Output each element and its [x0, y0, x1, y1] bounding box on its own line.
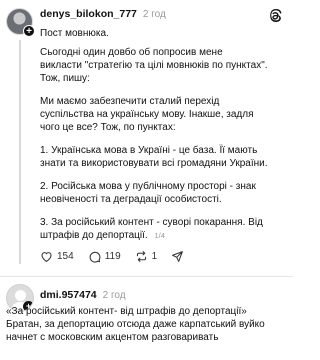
reply-time: 2 год: [102, 290, 126, 301]
post-line-5: Ми маємо забезпечити сталий перехід: [40, 96, 220, 107]
like-button[interactable]: 154: [40, 250, 74, 263]
post-line-1: Пост мовнюка.: [40, 28, 109, 39]
threads-logo-icon[interactable]: [267, 8, 283, 24]
post-line-4: Тож, пишу:: [40, 73, 90, 84]
post-line-7: чого це все? Тож, по пунктах:: [40, 122, 176, 133]
post-line-11: неовіченості та деградації особистості.: [40, 194, 222, 205]
author-avatar[interactable]: +: [6, 8, 35, 37]
post-line-13: штрафів до депортації. 1/4: [40, 229, 165, 242]
post-line-3: викласти "стратегію та цілі мовнюків по …: [40, 60, 268, 71]
post-time: 2 год: [142, 9, 166, 20]
reply-username[interactable]: dmi.957474: [40, 289, 97, 301]
comment-count: 119: [104, 251, 121, 262]
post-line-2: Сьогодні один довбо об попросив мене: [40, 47, 223, 58]
thread-connector-line: [19, 40, 21, 264]
heart-icon: [41, 252, 52, 262]
repost-button[interactable]: 1: [135, 250, 158, 263]
follow-plus-icon[interactable]: +: [23, 25, 35, 37]
post-line-10: 2. Російська мова у публічному просторі …: [40, 181, 256, 192]
share-send-icon: [172, 251, 184, 262]
like-count: 154: [57, 251, 74, 262]
author-username[interactable]: denys_bilokon_777: [40, 8, 137, 20]
page-indicator: 1/4: [154, 231, 165, 240]
repost-count: 1: [151, 251, 158, 262]
post-line-6: суспільства на українську мову. Інакше, …: [40, 109, 254, 120]
reply-line-2: Братан, за депортацию отсюда даже карпат…: [6, 319, 265, 330]
reply-body: «За російський контент- від штрафів до д…: [6, 305, 290, 344]
reply-line-1: «За російський контент- від штрафів до д…: [6, 306, 247, 317]
reply-header: dmi.957474 2 год: [40, 289, 126, 301]
post-divider: [0, 276, 293, 277]
post-line-8: 1. Українська мова в Україні - це база. …: [40, 145, 258, 156]
share-button[interactable]: [171, 250, 184, 263]
post-actions: 154 119 1: [40, 250, 184, 263]
repost-arrows-icon: [136, 251, 146, 262]
reply-line-3: начнет с московским акцентом разговарива…: [6, 332, 219, 343]
post-line-13-text: штрафів до депортації.: [40, 230, 148, 241]
default-avatar-head: [15, 290, 26, 301]
post-header: denys_bilokon_777 2 год: [40, 8, 166, 24]
post-line-12: 3. За російський контент - суворі покара…: [40, 217, 263, 228]
post-line-9: знати та використовувати всі громадяни У…: [40, 158, 268, 169]
comment-button[interactable]: 119: [88, 250, 121, 263]
comment-bubble-icon: [89, 251, 101, 263]
